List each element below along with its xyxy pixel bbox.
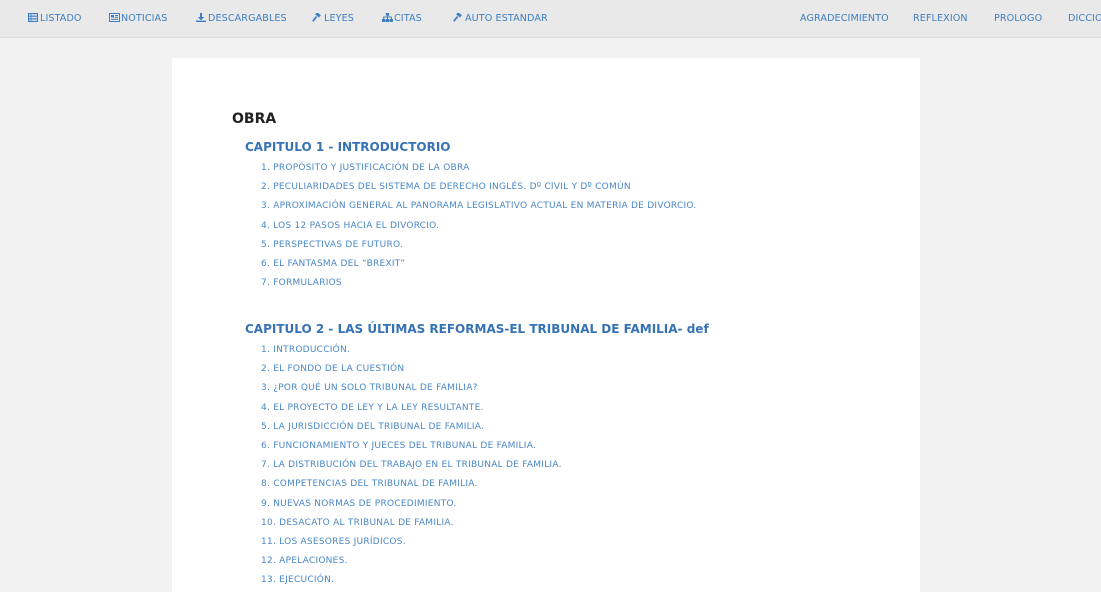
nav-descargables-label: DESCARGABLES (208, 13, 287, 24)
list-item[interactable]: 11. LOS ASESORES JURÍDICOS. (245, 533, 905, 552)
list-item[interactable]: 7. FORMULARIOS (245, 274, 905, 293)
nav-descargables[interactable]: DESCARGABLES (196, 0, 287, 37)
list-item[interactable]: 9. NUEVAS NORMAS DE PROCEDIMIENTO. (245, 495, 905, 514)
chapter-2: CAPITULO 2 - LAS ÚLTIMAS REFORMAS-EL TRI… (245, 321, 905, 591)
nav-noticias-label: NOTICIAS (121, 13, 168, 24)
list-item[interactable]: 4. LOS 12 PASOS HACIA EL DIVORCIO. (245, 217, 905, 236)
nav-leyes-label: LEYES (324, 13, 354, 24)
chapter-link[interactable]: 11. LOS ASESORES JURÍDICOS. (261, 537, 406, 547)
chapter-link[interactable]: 7. LA DISTRIBUCIÓN DEL TRABAJO EN EL TRI… (261, 460, 562, 470)
page-title: OBRA (232, 111, 277, 127)
nav-auto-estandar[interactable]: AUTO ESTANDAR (453, 0, 548, 37)
chapter-link[interactable]: 4. EL PROYECTO DE LEY Y LA LEY RESULTANT… (261, 403, 484, 413)
list-item[interactable]: 10. DESACATO AL TRIBUNAL DE FAMILIA. (245, 514, 905, 533)
nav-diccionario[interactable]: DICCIO (1068, 0, 1101, 37)
chapter-link[interactable]: 10. DESACATO AL TRIBUNAL DE FAMILIA. (261, 518, 454, 528)
chapter-link[interactable]: 4. LOS 12 PASOS HACIA EL DIVORCIO. (261, 221, 439, 231)
chapter-link[interactable]: 2. PECULIARIDADES DEL SISTEMA DE DERECHO… (261, 182, 631, 192)
list-item[interactable]: 2. PECULIARIDADES DEL SISTEMA DE DERECHO… (245, 178, 905, 197)
chapter-link[interactable]: 3. ¿POR QUÉ UN SOLO TRIBUNAL DE FAMILIA? (261, 383, 478, 393)
chapter-link[interactable]: 5. PERSPECTIVAS DE FUTURO. (261, 240, 403, 250)
chapter-link[interactable]: 6. FUNCIONAMIENTO Y JUECES DEL TRIBUNAL … (261, 441, 536, 451)
nav-leyes[interactable]: LEYES (312, 0, 354, 37)
chapter-link[interactable]: 12. APELACIONES. (261, 556, 348, 566)
chapter-link[interactable]: 1. PROPÓSITO Y JUSTIFICACIÓN DE LA OBRA (261, 163, 470, 173)
nav-auto-estandar-label: AUTO ESTANDAR (465, 13, 548, 24)
chapter-link[interactable]: 8. COMPETENCIAS DEL TRIBUNAL DE FAMILIA. (261, 479, 478, 489)
list-item[interactable]: 5. LA JURISDICCIÓN DEL TRIBUNAL DE FAMIL… (245, 418, 905, 437)
nav-listado[interactable]: LISTADO (28, 0, 82, 37)
nav-listado-label: LISTADO (40, 13, 82, 24)
chapter-title[interactable]: CAPITULO 1 - INTRODUCTORIO (245, 139, 905, 155)
list-item[interactable]: 6. FUNCIONAMIENTO Y JUECES DEL TRIBUNAL … (245, 437, 905, 456)
list-item[interactable]: 3. ¿POR QUÉ UN SOLO TRIBUNAL DE FAMILIA? (245, 379, 905, 398)
content-page: OBRA CAPITULO 1 - INTRODUCTORIO 1. PROPÓ… (172, 58, 920, 592)
nav-prologo[interactable]: PROLOGO (994, 0, 1042, 37)
chapter-link[interactable]: 7. FORMULARIOS (261, 278, 342, 288)
list-item[interactable]: 8. COMPETENCIAS DEL TRIBUNAL DE FAMILIA. (245, 475, 905, 494)
nav-citas[interactable]: CITAS (382, 0, 422, 37)
gavel-icon (453, 13, 463, 22)
list-item[interactable]: 13. EJECUCIÓN. (245, 571, 905, 590)
list-item[interactable]: 5. PERSPECTIVAS DE FUTURO. (245, 236, 905, 255)
nav-reflexion[interactable]: REFLEXION (913, 0, 968, 37)
sitemap-icon (382, 13, 393, 22)
gavel-icon (312, 13, 322, 22)
chapter-1: CAPITULO 1 - INTRODUCTORIO 1. PROPÓSITO … (245, 139, 905, 293)
chapter-link[interactable]: 2. EL FONDO DE LA CUESTIÓN (261, 364, 404, 374)
list-item[interactable]: 1. PROPÓSITO Y JUSTIFICACIÓN DE LA OBRA (245, 159, 905, 178)
chapter-title[interactable]: CAPITULO 2 - LAS ÚLTIMAS REFORMAS-EL TRI… (245, 321, 905, 337)
chapter-link[interactable]: 6. EL FANTASMA DEL “BREXIT” (261, 259, 405, 269)
list-item[interactable]: 7. LA DISTRIBUCIÓN DEL TRABAJO EN EL TRI… (245, 456, 905, 475)
chapter-item-list: 1. INTRODUCCIÓN. 2. EL FONDO DE LA CUEST… (245, 341, 905, 591)
chapter-link[interactable]: 13. EJECUCIÓN. (261, 575, 334, 585)
list-item[interactable]: 1. INTRODUCCIÓN. (245, 341, 905, 360)
top-navigation-bar: LISTADO NOTICIAS DESCARGABLES LEYES CITA… (0, 0, 1101, 38)
list-icon (28, 13, 38, 22)
list-item[interactable]: 6. EL FANTASMA DEL “BREXIT” (245, 255, 905, 274)
newspaper-icon (109, 13, 120, 22)
list-item[interactable]: 3. APROXIMACIÓN GENERAL AL PANORAMA LEGI… (245, 197, 905, 216)
chapter-item-list: 1. PROPÓSITO Y JUSTIFICACIÓN DE LA OBRA … (245, 159, 905, 293)
download-icon (196, 13, 206, 22)
chapter-link[interactable]: 3. APROXIMACIÓN GENERAL AL PANORAMA LEGI… (261, 201, 696, 211)
nav-citas-label: CITAS (394, 13, 422, 24)
list-item[interactable]: 2. EL FONDO DE LA CUESTIÓN (245, 360, 905, 379)
chapter-link[interactable]: 1. INTRODUCCIÓN. (261, 345, 350, 355)
chapter-link[interactable]: 9. NUEVAS NORMAS DE PROCEDIMIENTO. (261, 499, 457, 509)
chapter-link[interactable]: 5. LA JURISDICCIÓN DEL TRIBUNAL DE FAMIL… (261, 422, 484, 432)
nav-noticias[interactable]: NOTICIAS (109, 0, 167, 37)
list-item[interactable]: 4. EL PROYECTO DE LEY Y LA LEY RESULTANT… (245, 399, 905, 418)
list-item[interactable]: 12. APELACIONES. (245, 552, 905, 571)
nav-agradecimiento[interactable]: AGRADECIMIENTO (800, 0, 889, 37)
